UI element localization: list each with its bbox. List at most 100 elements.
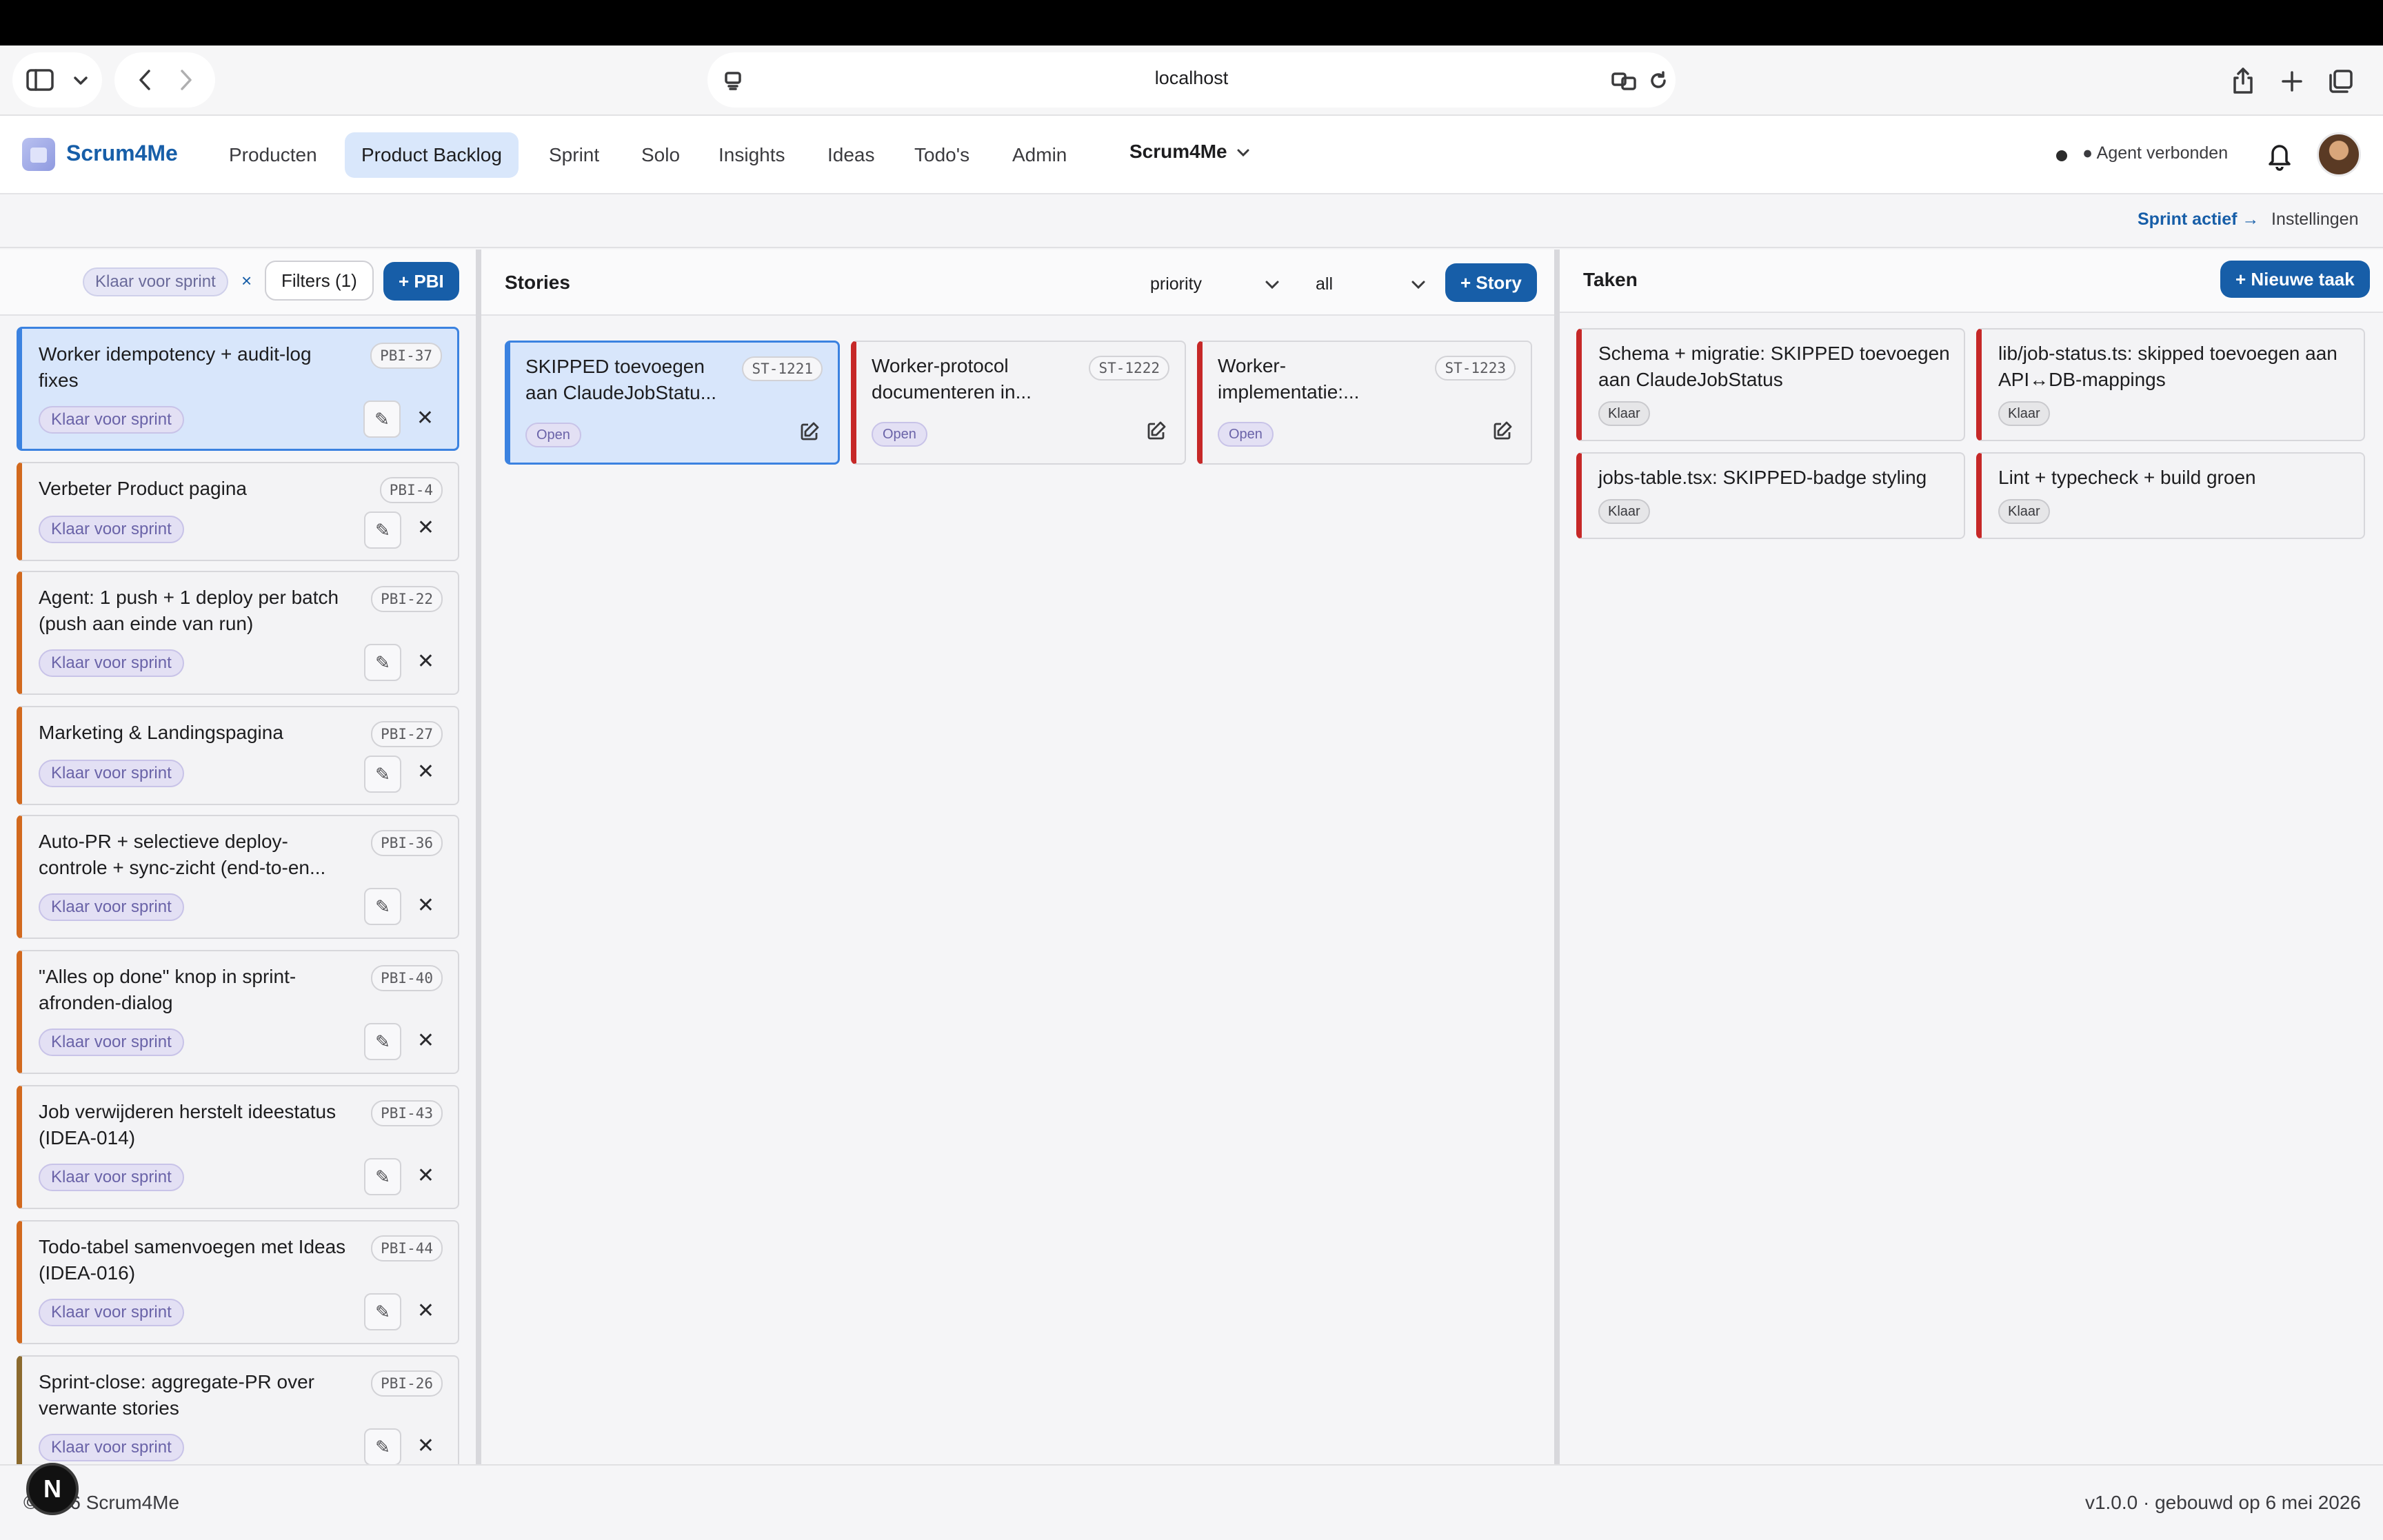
pbi-card[interactable]: Sprint-close: aggregate-PR over verwante… <box>17 1355 459 1466</box>
nav-ideas[interactable]: Ideas <box>811 132 892 178</box>
sort-select[interactable]: priority <box>1150 270 1280 298</box>
tab-overview-icon[interactable] <box>2325 66 2357 97</box>
pbi-title: Auto-PR + selectieve deploy-controle + s… <box>39 831 326 878</box>
pbi-card[interactable]: Worker idempotency + audit-log fixes PBI… <box>17 327 459 451</box>
avatar[interactable] <box>2317 132 2361 176</box>
footer: ©2026 Scrum4Me v1.0.0 · gebouwd op 6 mei… <box>0 1464 2383 1540</box>
close-icon[interactable]: ✕ <box>417 1029 434 1053</box>
close-icon[interactable]: ✕ <box>417 893 434 918</box>
pbi-title: Todo-tabel samenvoegen met Ideas (IDEA-0… <box>39 1236 346 1284</box>
pbi-card[interactable]: Todo-tabel samenvoegen met Ideas (IDEA-0… <box>17 1220 459 1344</box>
task-card[interactable]: jobs-table.tsx: SKIPPED-badge styling Kl… <box>1576 452 1965 539</box>
back-icon[interactable] <box>132 68 157 92</box>
pbi-card[interactable]: "Alles op done" knop in sprint-afronden-… <box>17 950 459 1074</box>
status-badge: Klaar voor sprint <box>39 516 184 543</box>
status-badge: Klaar <box>1598 499 1650 524</box>
task-card[interactable]: Lint + typecheck + build groen Klaar <box>1976 452 2365 539</box>
settings-link[interactable]: Instellingen <box>2271 210 2358 230</box>
tasks-panel: Taken + Nieuwe taak Schema + migratie: S… <box>1560 250 2383 1464</box>
story-card[interactable]: SKIPPED toevoegen aan ClaudeJobStatu... … <box>505 341 840 465</box>
active-filter-chip[interactable]: Klaar voor sprint <box>83 267 228 296</box>
column-divider[interactable] <box>1554 250 1560 1464</box>
pencil-icon[interactable]: ✎ <box>364 1428 401 1466</box>
nav-producten[interactable]: Producten <box>212 132 334 178</box>
pencil-icon[interactable]: ✎ <box>364 1293 401 1330</box>
pbi-card[interactable]: Marketing & Landingspagina PBI-27 Klaar … <box>17 706 459 805</box>
pbi-panel-header: Klaar voor sprint × Filters (1) + PBI <box>0 250 476 316</box>
translate-icon[interactable] <box>1611 69 1638 92</box>
close-icon[interactable]: ✕ <box>417 649 434 673</box>
close-icon[interactable]: ✕ <box>417 760 434 784</box>
task-card[interactable]: lib/job-status.ts: skipped toevoegen aan… <box>1976 328 2365 441</box>
close-icon[interactable]: ✕ <box>416 406 434 430</box>
logo-icon[interactable] <box>22 138 55 171</box>
agent-status: ● Agent verbonden <box>2082 143 2229 163</box>
edit-icon[interactable] <box>799 421 820 445</box>
filters-button[interactable]: Filters (1) <box>265 261 374 301</box>
share-icon[interactable] <box>2227 65 2259 97</box>
pencil-icon[interactable]: ✎ <box>364 1023 401 1060</box>
pbi-card[interactable]: Agent: 1 push + 1 deploy per batch (push… <box>17 571 459 695</box>
chevron-down-icon <box>1265 281 1279 290</box>
pbi-title: Verbeter Product pagina <box>39 478 247 499</box>
reload-icon[interactable] <box>1647 69 1670 92</box>
status-badge: Klaar voor sprint <box>39 649 184 677</box>
pbi-code: PBI-44 <box>371 1235 443 1262</box>
nav-insights[interactable]: Insights <box>702 132 802 178</box>
column-divider[interactable] <box>476 250 481 1464</box>
new-tab-icon[interactable] <box>2277 66 2307 97</box>
brand-name[interactable]: Scrum4Me <box>66 141 178 166</box>
add-story-button[interactable]: + Story <box>1445 263 1537 302</box>
edit-icon[interactable] <box>1146 421 1167 445</box>
status-badge: Klaar voor sprint <box>39 893 184 921</box>
close-icon[interactable]: ✕ <box>417 1434 434 1458</box>
pbi-card[interactable]: Job verwijderen herstelt ideestatus (IDE… <box>17 1085 459 1209</box>
address-bar[interactable]: localhost <box>707 52 1676 108</box>
bell-icon[interactable] <box>2266 141 2293 174</box>
task-card[interactable]: Schema + migratie: SKIPPED toevoegen aan… <box>1576 328 1965 441</box>
pencil-icon[interactable]: ✎ <box>364 888 401 925</box>
close-icon[interactable]: ✕ <box>417 516 434 540</box>
nav-todos[interactable]: Todo's <box>898 132 986 178</box>
sidebar-icon[interactable] <box>25 66 55 94</box>
pencil-icon[interactable]: ✎ <box>364 756 401 793</box>
dev-tools-badge[interactable]: N <box>26 1463 79 1515</box>
pencil-icon[interactable]: ✎ <box>364 644 401 681</box>
chevron-down-icon[interactable] <box>70 70 91 91</box>
status-badge: Klaar voor sprint <box>39 1029 184 1056</box>
stories-title: Stories <box>505 272 570 293</box>
system-menu-bar <box>0 0 2383 45</box>
pbi-code: PBI-26 <box>371 1370 443 1397</box>
pencil-icon[interactable]: ✎ <box>364 511 401 549</box>
nav-admin[interactable]: Admin <box>996 132 1083 178</box>
nav-sprint[interactable]: Sprint <box>532 132 616 178</box>
pbi-card[interactable]: Auto-PR + selectieve deploy-controle + s… <box>17 815 459 939</box>
close-icon[interactable]: ✕ <box>417 1299 434 1323</box>
nav-solo[interactable]: Solo <box>625 132 696 178</box>
sidebar-toggle-group <box>12 52 102 108</box>
pencil-icon[interactable]: ✎ <box>363 401 401 438</box>
pbi-title: Worker idempotency + audit-log fixes <box>39 343 312 391</box>
forward-icon[interactable] <box>174 68 199 92</box>
edit-icon[interactable] <box>1492 421 1513 445</box>
add-pbi-button[interactable]: + PBI <box>383 262 459 301</box>
sprint-active-link[interactable]: Sprint actief → <box>2138 210 2259 230</box>
status-badge: Open <box>1218 422 1274 447</box>
status-badge: Klaar voor sprint <box>39 760 184 787</box>
filter-select[interactable]: all <box>1316 270 1426 298</box>
pbi-card[interactable]: Verbeter Product pagina PBI-4 Klaar voor… <box>17 462 459 561</box>
task-title: lib/job-status.ts: skipped toevoegen aan… <box>1998 343 2337 390</box>
chevron-down-icon <box>1237 149 1249 156</box>
nav-product-backlog[interactable]: Product Backlog <box>345 132 519 178</box>
add-task-button[interactable]: + Nieuwe taak <box>2220 261 2370 298</box>
clear-filter-icon[interactable]: × <box>241 270 252 292</box>
pbi-title: Sprint-close: aggregate-PR over verwante… <box>39 1371 314 1419</box>
version-text: v1.0.0 · gebouwd op 6 mei 2026 <box>2084 1492 2361 1513</box>
pbi-code: PBI-43 <box>371 1100 443 1126</box>
story-card[interactable]: Worker-implementatie:... ST-1223 Open <box>1197 341 1532 465</box>
story-title: SKIPPED toevoegen aan ClaudeJobStatu... <box>525 356 717 403</box>
close-icon[interactable]: ✕ <box>417 1164 434 1188</box>
workspace-switcher[interactable]: Scrum4Me <box>1129 141 1250 163</box>
pencil-icon[interactable]: ✎ <box>364 1158 401 1195</box>
story-card[interactable]: Worker-protocol documenteren in... ST-12… <box>851 341 1186 465</box>
